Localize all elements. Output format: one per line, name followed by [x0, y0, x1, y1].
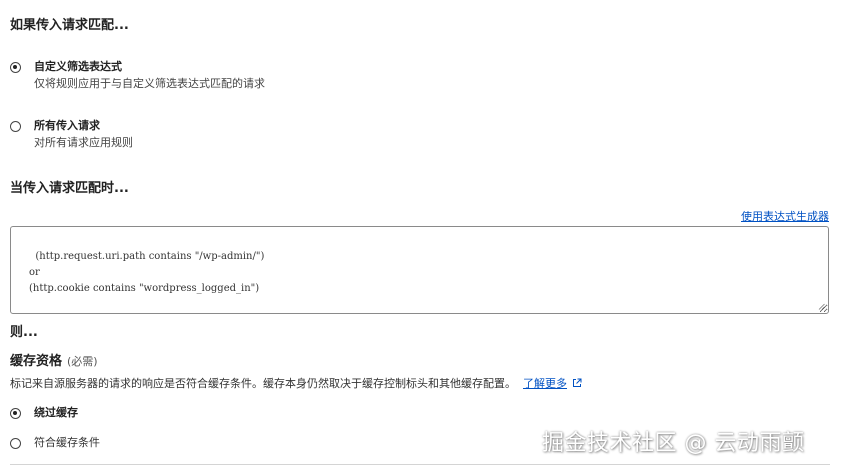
learn-more-link[interactable]: 了解更多 [523, 375, 567, 391]
radio-desc-custom-expression: 仅将规则应用于与自定义筛选表达式匹配的请求 [34, 77, 265, 90]
radio-all-requests[interactable]: 所有传入请求 对所有请求应用规则 [10, 118, 133, 151]
radio-unchecked-icon[interactable] [10, 438, 21, 449]
cache-eligibility-label-text: 缓存资格 [10, 354, 63, 369]
expression-editor[interactable]: (http.request.uri.path contains "/wp-adm… [10, 226, 829, 314]
required-marker: (必需) [67, 355, 98, 368]
radio-custom-expression[interactable]: 自定义筛选表达式 仅将规则应用于与自定义筛选表达式匹配的请求 [10, 59, 265, 92]
radio-desc-all-requests: 对所有请求应用规则 [34, 136, 133, 149]
when-section-title: 当传入请求匹配时... [10, 181, 129, 196]
expression-text[interactable]: (http.request.uri.path contains "/wp-adm… [29, 251, 264, 294]
then-section-title: 则... [10, 325, 38, 340]
match-section-title: 如果传入请求匹配... [10, 18, 129, 33]
watermark: 掘金技术社区 @ 云动雨颤 [542, 431, 805, 456]
cache-eligibility-label: 缓存资格 (必需) [10, 350, 98, 369]
cache-eligibility-help-text: 标记来自源服务器的请求的响应是否符合缓存条件。缓存本身仍然取决于缓存控制标头和其… [10, 377, 516, 390]
bottom-divider [10, 464, 830, 465]
radio-label-eligible-for-cache: 符合缓存条件 [34, 436, 100, 449]
radio-checked-icon[interactable] [10, 62, 21, 73]
radio-label-bypass-cache: 绕过缓存 [34, 406, 78, 419]
radio-eligible-for-cache[interactable]: 符合缓存条件 [10, 435, 100, 450]
radio-unchecked-icon[interactable] [10, 121, 21, 132]
radio-bypass-cache[interactable]: 绕过缓存 [10, 405, 78, 420]
radio-label-all-requests: 所有传入请求 [34, 119, 100, 132]
radio-checked-icon[interactable] [10, 408, 21, 419]
resize-grip-icon[interactable] [818, 303, 825, 310]
external-link-icon[interactable] [572, 378, 582, 388]
cache-eligibility-help: 标记来自源服务器的请求的响应是否符合缓存条件。缓存本身仍然取决于缓存控制标头和其… [10, 375, 582, 391]
radio-label-custom-expression: 自定义筛选表达式 [34, 60, 122, 73]
expression-builder-link[interactable]: 使用表达式生成器 [741, 208, 829, 224]
